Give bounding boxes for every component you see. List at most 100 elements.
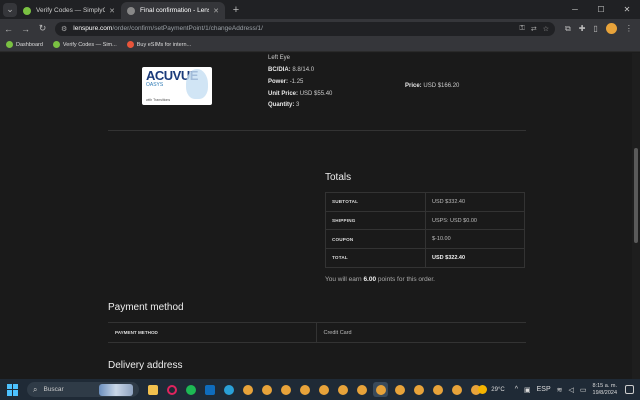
total-value: USD $322.40 — [425, 248, 525, 268]
page-scrollbar[interactable] — [632, 53, 640, 379]
shipping-label: Shipping — [325, 210, 426, 231]
simplycodes-favicon-icon — [23, 6, 31, 15]
quantity-value: 3 — [296, 102, 300, 108]
spotify-icon[interactable] — [183, 382, 198, 397]
windows-start-icon[interactable] — [7, 383, 19, 396]
unit-price-value: USD $55.40 — [299, 91, 333, 97]
scrollbar-thumb[interactable] — [634, 148, 638, 243]
bookmark-dashboard[interactable]: Dashboard — [6, 41, 43, 48]
bookmark-label: Verify Codes — Sim... — [62, 41, 117, 48]
address-bar[interactable]: ⚙ lenspure.com/order/confirm/setPaymentP… — [55, 21, 555, 36]
water-drop-icon — [186, 69, 208, 99]
chrome-icon[interactable] — [354, 382, 369, 397]
chrome-icon[interactable] — [278, 382, 293, 397]
camera-icon[interactable]: ▣ — [524, 386, 531, 394]
bc-dia-label: BC/DIA: — [268, 67, 291, 73]
bc-dia-value: 8.8/14.0 — [292, 67, 315, 73]
bookmark-star-icon[interactable]: ☆ — [543, 25, 549, 33]
chrome-icon[interactable] — [316, 382, 331, 397]
clock-date: 19/8/2024 — [592, 389, 617, 396]
taskbar-search[interactable]: ⌕ Buscar — [27, 382, 139, 397]
edge-icon[interactable] — [221, 382, 236, 397]
price-value: USD $166.20 — [423, 83, 460, 89]
new-tab-button[interactable]: + — [229, 4, 243, 16]
chrome-icon[interactable] — [373, 382, 388, 397]
points-suffix: points for this order. — [377, 276, 435, 283]
product-sub: with Transitions — [146, 98, 171, 102]
price-label: Price: — [405, 83, 422, 89]
tab-bar: ⌄ Verify Codes — SimplyCodes ✕ Final con… — [0, 0, 640, 19]
tab-title: Final confirmation - LensPure — [140, 7, 209, 14]
opera-icon[interactable] — [164, 382, 179, 397]
url-path: /order/confirm/setPaymentPoint/1/changeA… — [112, 25, 263, 32]
search-icon: ⌕ — [33, 384, 38, 394]
close-window-icon[interactable]: ✕ — [614, 0, 640, 19]
points-note: You will earn 6.00 points for this order… — [325, 276, 435, 283]
chrome-icon[interactable] — [297, 382, 312, 397]
bookmark-verify-codes[interactable]: Verify Codes — Sim... — [52, 41, 117, 48]
chevron-up-icon[interactable]: ^ — [515, 386, 518, 393]
table-row: Total USD $322.40 — [325, 248, 525, 268]
search-placeholder: Buscar — [43, 386, 64, 393]
chrome-icon[interactable] — [411, 382, 426, 397]
delivery-address-title: Delivery address — [108, 360, 183, 371]
tab-simplycodes[interactable]: Verify Codes — SimplyCodes ✕ — [17, 2, 121, 19]
price-row: Price: USD $166.20 — [405, 83, 459, 89]
minimize-icon[interactable]: ─ — [562, 0, 588, 19]
reload-icon[interactable]: ↻ — [34, 23, 51, 34]
clock-time: 8:15 a. m. — [592, 382, 617, 389]
taskbar: ⌕ Buscar 29°C ^ ▣ ESP ≋ ◁ ▭ 8:15 a. m. 1… — [0, 379, 640, 400]
chrome-icon[interactable] — [240, 382, 255, 397]
chrome-icon[interactable] — [449, 382, 464, 397]
back-arrow-icon[interactable]: ← — [0, 24, 17, 34]
quantity-row: Quantity: 3 — [268, 102, 299, 108]
bookmark-favicon-icon — [52, 41, 60, 48]
bookmark-label: Buy eSIMs for intern... — [136, 41, 192, 48]
forward-arrow-icon[interactable]: → — [17, 24, 34, 34]
toolbar-right: ⧉ ✚ ▯ ⋮ — [565, 23, 633, 34]
maximize-icon[interactable]: ☐ — [588, 0, 614, 19]
clock[interactable]: 8:15 a. m. 19/8/2024 — [593, 383, 617, 397]
totals-title: Totals — [325, 172, 352, 183]
subtotal-label: Subtotal — [325, 192, 426, 212]
extensions-icon[interactable]: ⧉ — [565, 24, 571, 34]
bookmarks-bar: Dashboard Verify Codes — Sim... Buy eSIM… — [0, 38, 640, 52]
coupon-value: $-10.00 — [425, 229, 525, 250]
battery-icon[interactable]: ▭ — [580, 386, 587, 394]
wifi-icon[interactable]: ≋ — [557, 386, 563, 394]
payment-method-value: Credit Card — [316, 322, 526, 343]
bookmark-favicon-icon — [6, 41, 13, 48]
chrome-icon[interactable] — [335, 382, 350, 397]
sidebar-icon[interactable]: ▯ — [593, 24, 597, 33]
tab-search-button[interactable]: ⌄ — [3, 2, 17, 17]
weather-widget[interactable]: 29°C — [478, 385, 505, 394]
page-content: ACUVUE OASYS with Transitions Left Eye B… — [0, 53, 632, 379]
search-highlight-image — [99, 383, 133, 396]
store-icon[interactable] — [202, 382, 217, 397]
file-explorer-icon[interactable] — [145, 382, 160, 397]
notifications-icon[interactable] — [625, 385, 634, 394]
language-indicator[interactable]: ESP — [537, 386, 551, 393]
close-tab-icon[interactable]: ✕ — [213, 7, 219, 15]
table-row: Shipping USPS: USD $0.00 — [325, 210, 525, 231]
close-tab-icon[interactable]: ✕ — [109, 7, 115, 15]
coupon-label: Coupon — [325, 229, 426, 250]
taskbar-apps — [145, 382, 483, 397]
chrome-icon[interactable] — [430, 382, 445, 397]
shipping-value: USPS: USD $0.00 — [425, 210, 525, 231]
eye-label: Left Eye — [268, 55, 291, 61]
tab-lenspure[interactable]: Final confirmation - LensPure ✕ — [121, 2, 225, 19]
power-label: Power: — [268, 79, 289, 85]
profile-avatar[interactable] — [605, 23, 617, 34]
password-key-icon[interactable]: ⚿ — [520, 25, 525, 33]
url-host: lenspure.com — [73, 25, 113, 32]
translate-icon[interactable]: ⇄ — [531, 25, 537, 33]
site-info-icon[interactable]: ⚙ — [61, 25, 67, 33]
tab-title: Verify Codes — SimplyCodes — [36, 7, 106, 14]
chrome-icon[interactable] — [259, 382, 274, 397]
puzzle-icon[interactable]: ✚ — [579, 24, 586, 33]
bookmark-esims[interactable]: Buy eSIMs for intern... — [126, 41, 192, 48]
volume-icon[interactable]: ◁ — [569, 386, 574, 394]
chrome-icon[interactable] — [392, 382, 407, 397]
menu-dots-icon[interactable]: ⋮ — [625, 24, 633, 33]
